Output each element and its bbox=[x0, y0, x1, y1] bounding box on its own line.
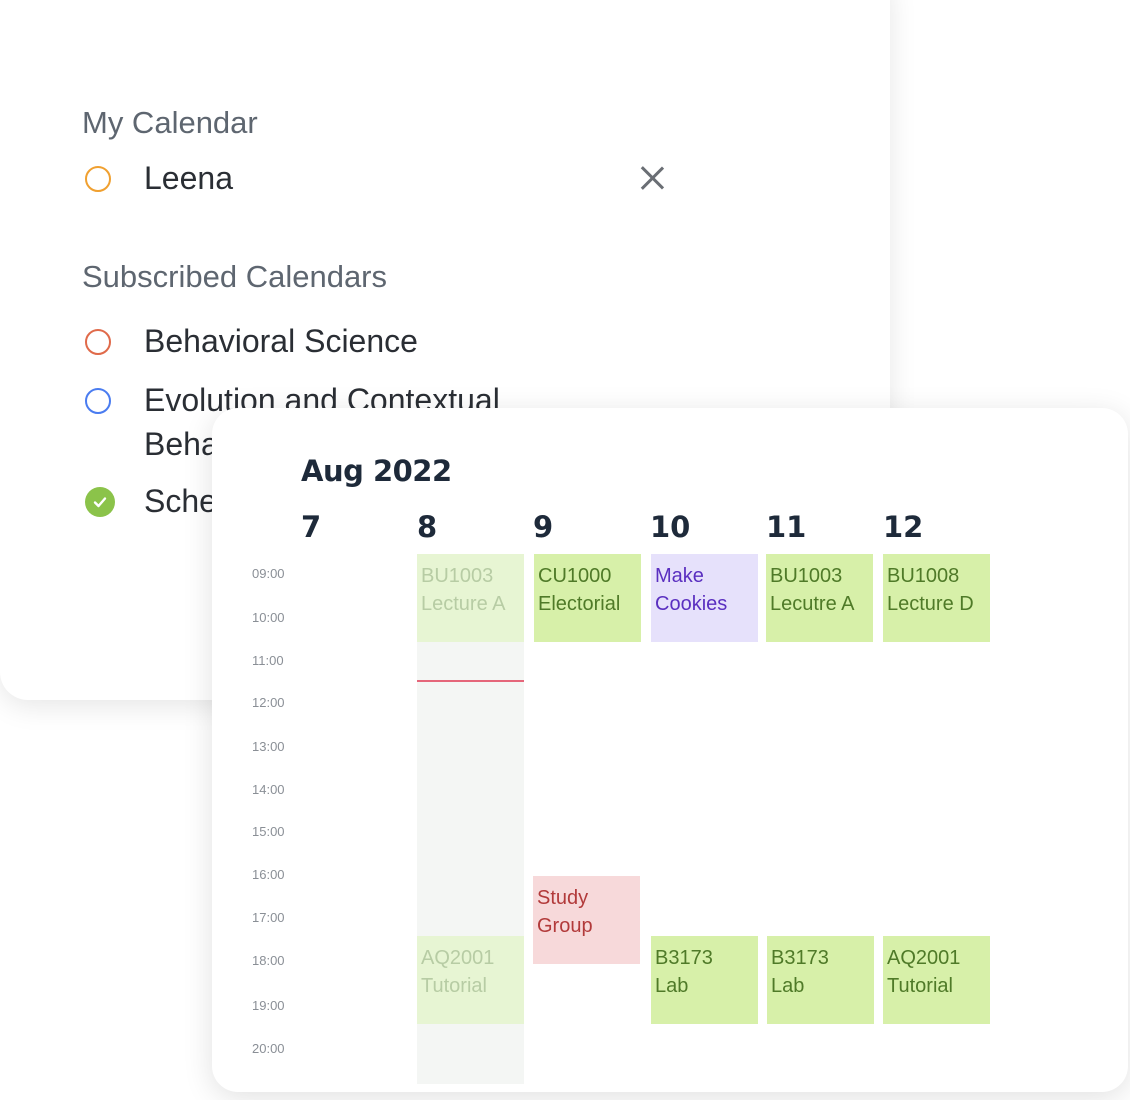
week-view-panel: Aug 2022 7 8 9 10 11 12 09:00 10:00 11:0… bbox=[212, 408, 1128, 1092]
event-block[interactable]: B3173 Lab bbox=[651, 936, 758, 1024]
day-header[interactable]: 10 bbox=[650, 510, 690, 544]
time-label: 12:00 bbox=[252, 695, 285, 710]
event-subtitle: Cookies bbox=[655, 593, 728, 615]
event-title: AQ2001 bbox=[421, 947, 495, 969]
event-title: AQ2001 bbox=[887, 947, 961, 969]
event-block[interactable]: Make Cookies bbox=[651, 554, 758, 642]
subscribed-calendars-title: Subscribed Calendars bbox=[82, 259, 388, 294]
event-subtitle: Tutorial bbox=[887, 975, 953, 997]
event-subtitle: Tutorial bbox=[421, 975, 487, 997]
time-label: 14:00 bbox=[252, 782, 285, 797]
time-label: 17:00 bbox=[252, 910, 285, 925]
month-label: Aug 2022 bbox=[301, 454, 452, 488]
event-title: Study bbox=[537, 887, 589, 909]
time-label: 10:00 bbox=[252, 610, 285, 625]
event-title: Make bbox=[655, 565, 704, 587]
time-label: 18:00 bbox=[252, 953, 285, 968]
event-block[interactable]: BU1008 Lecture D bbox=[883, 554, 990, 642]
event-subtitle: Lab bbox=[771, 975, 805, 997]
event-subtitle: Lecture D bbox=[887, 593, 974, 615]
calendar-color-ring[interactable] bbox=[85, 329, 111, 355]
event-title: B3173 bbox=[655, 947, 713, 969]
event-title: BU1003 bbox=[770, 565, 843, 587]
calendar-item-schedule[interactable]: Sche bbox=[85, 483, 217, 523]
event-block[interactable]: AQ2001 Tutorial bbox=[883, 936, 990, 1024]
event-block[interactable]: BU1003 Lecture A bbox=[417, 554, 524, 642]
event-subtitle: Group bbox=[537, 915, 593, 937]
event-block[interactable]: CU1000 Electorial bbox=[534, 554, 641, 642]
day-header[interactable]: 7 bbox=[301, 510, 321, 544]
event-block[interactable]: AQ2001 Tutorial bbox=[417, 936, 524, 1024]
time-label: 19:00 bbox=[252, 998, 285, 1013]
event-subtitle: Lecutre A bbox=[770, 593, 855, 615]
event-title: BU1008 bbox=[887, 565, 960, 587]
day-header[interactable]: 8 bbox=[417, 510, 437, 544]
event-block[interactable]: B3173 Lab bbox=[767, 936, 874, 1024]
day-header[interactable]: 11 bbox=[766, 510, 806, 544]
current-time-indicator bbox=[417, 680, 524, 682]
calendar-item-label: Sche bbox=[144, 483, 217, 519]
event-block[interactable]: Study Group bbox=[533, 876, 640, 964]
day-header[interactable]: 9 bbox=[533, 510, 553, 544]
time-label: 16:00 bbox=[252, 867, 285, 882]
day-header[interactable]: 12 bbox=[883, 510, 923, 544]
close-icon[interactable] bbox=[637, 163, 667, 193]
time-label: 11:00 bbox=[252, 653, 284, 668]
event-subtitle: Lab bbox=[655, 975, 689, 997]
calendar-item-leena[interactable]: Leena bbox=[85, 160, 233, 200]
my-calendar-title: My Calendar bbox=[82, 105, 258, 140]
calendar-item-label: Leena bbox=[144, 160, 233, 196]
event-title: BU1003 bbox=[421, 565, 494, 587]
calendar-color-ring[interactable] bbox=[85, 166, 111, 192]
event-title: CU1000 bbox=[538, 565, 612, 587]
event-title: B3173 bbox=[771, 947, 829, 969]
check-icon[interactable] bbox=[85, 487, 115, 517]
calendar-color-ring[interactable] bbox=[85, 388, 111, 414]
event-subtitle: Lecture A bbox=[421, 593, 506, 615]
time-label: 09:00 bbox=[252, 566, 285, 581]
event-subtitle: Electorial bbox=[538, 593, 621, 615]
calendar-item-behavioral-science[interactable]: Behavioral Science bbox=[85, 323, 418, 363]
event-block[interactable]: BU1003 Lecutre A bbox=[766, 554, 873, 642]
time-label: 15:00 bbox=[252, 824, 285, 839]
time-label: 20:00 bbox=[252, 1041, 285, 1056]
time-label: 13:00 bbox=[252, 739, 285, 754]
calendar-item-label: Behavioral Science bbox=[144, 323, 418, 359]
